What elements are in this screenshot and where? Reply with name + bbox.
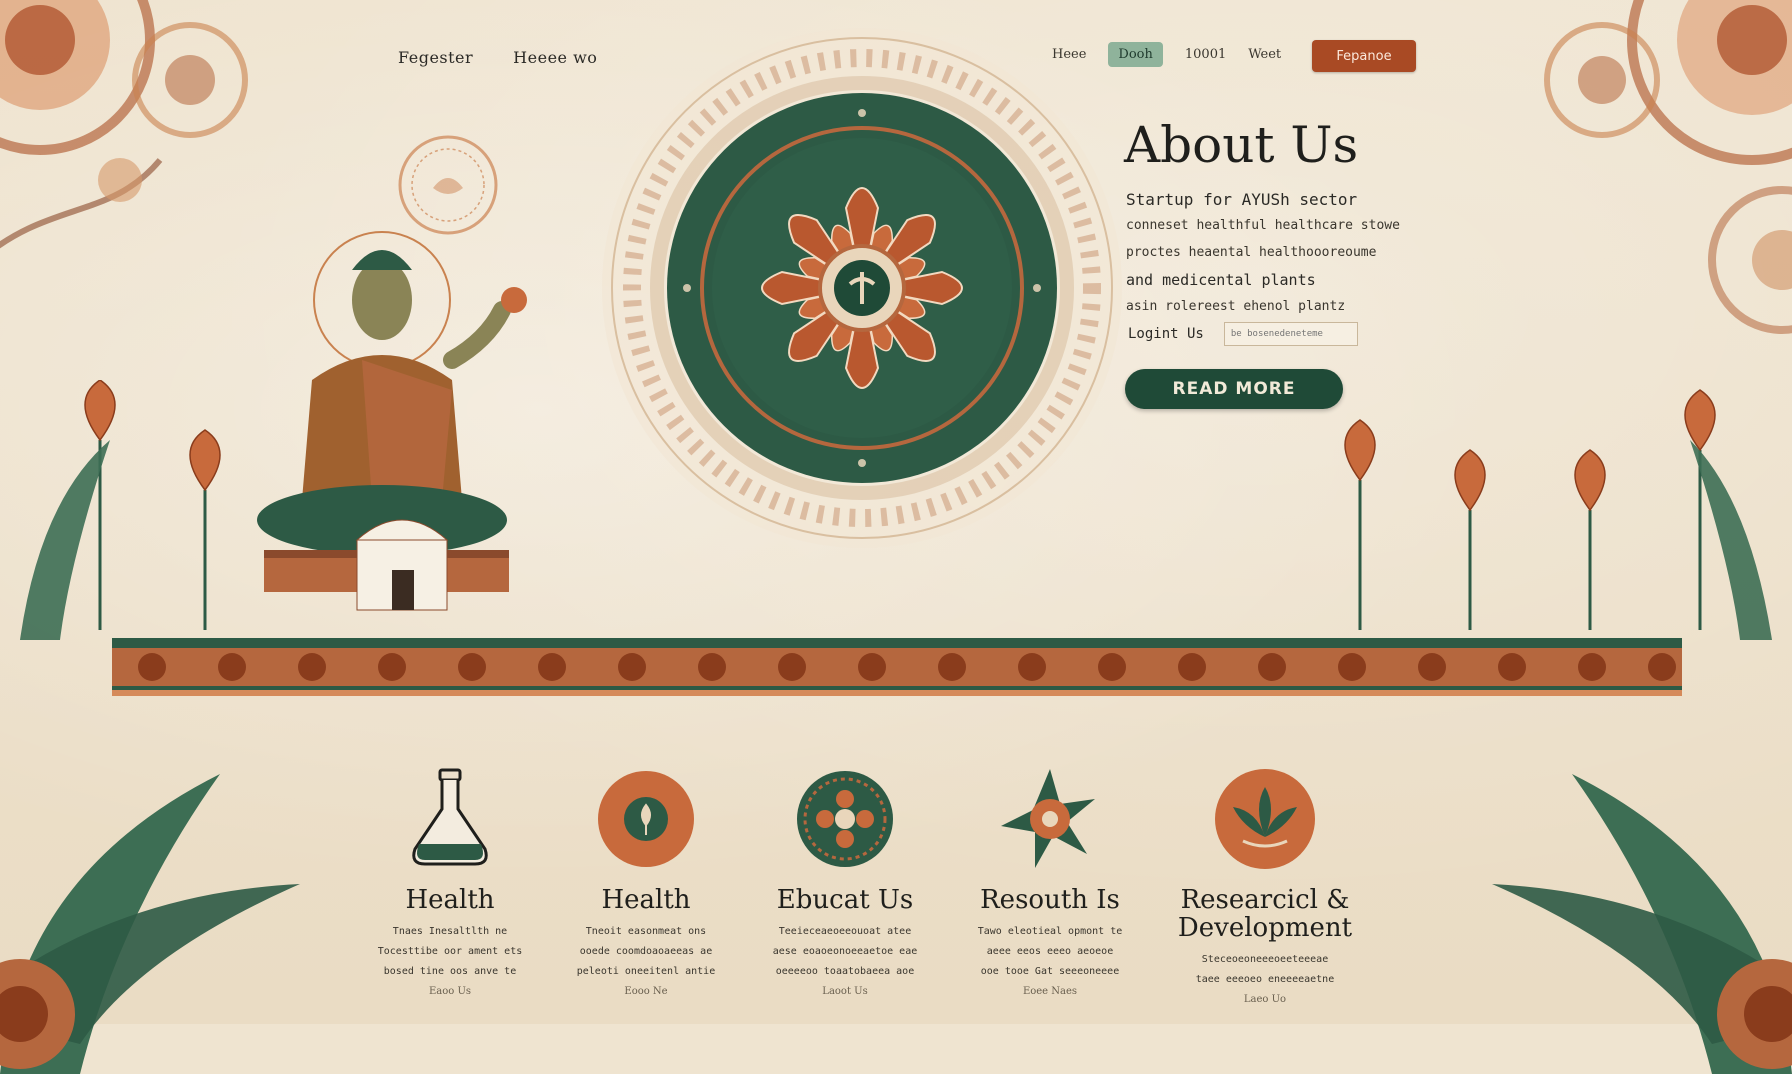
feature-line: ooede coomdoaoaeeas ae [579, 946, 713, 957]
feature-card[interactable]: Researcicl & Development Steceoeoneeeoee… [1160, 760, 1370, 1005]
foliage-bottom-left [0, 774, 300, 1074]
seed-medallion-icon [556, 760, 736, 878]
feature-line: Teeieceaeoeeouoat atee [778, 926, 912, 937]
features-section: Health Tnaes Inesaltlth ne Tocesttibe oo… [360, 760, 1380, 1010]
nav-link-2-active[interactable]: Dooh [1108, 42, 1163, 67]
feature-line: bosed tine oos anve te [383, 966, 517, 977]
feature-card[interactable]: Health Tneoit easonmeat ons ooede coomdo… [556, 760, 736, 997]
login-input[interactable] [1223, 322, 1358, 346]
hero-description: conneset healthful healthcare stowe proc… [1126, 217, 1461, 325]
feature-card[interactable]: Ebucat Us Teeieceaeoeeouoat atee aese eo… [755, 760, 935, 997]
feature-card[interactable]: Health Tnaes Inesaltlth ne Tocesttibe oo… [360, 760, 540, 997]
feature-more-link[interactable]: Eooo Ne [556, 986, 736, 997]
feature-title: Health [601, 885, 691, 915]
hero-subtitle: Startup for AYUSh sector [1126, 190, 1358, 209]
feature-line: Steceoeoneeeoeeteeeae [1201, 954, 1329, 965]
read-more-button[interactable]: READ MORE [1125, 369, 1343, 409]
feature-line: Tneoit easonmeat ons [585, 926, 707, 937]
nav-link-secondary[interactable]: Heeee wo [513, 48, 597, 67]
nav-link-4[interactable]: Weet [1248, 47, 1281, 62]
feature-line: ooe tooe Gat seeeoneeee [980, 966, 1120, 977]
feature-title: Researcicl & Development [1177, 885, 1353, 943]
feature-line: Tocesttibe oor ament ets [377, 946, 523, 957]
lotus-medallion-icon [1160, 760, 1370, 878]
feature-title: Ebucat Us [776, 885, 914, 915]
feature-line: Tawo eleotieal opmont te [977, 926, 1123, 937]
feature-line: oeeeeoo toaatobaeea aoe [775, 966, 915, 977]
feature-more-link[interactable]: Laoot Us [755, 986, 935, 997]
flask-icon [360, 760, 540, 878]
lotus-plants [20, 380, 1772, 640]
hero-description-line: and medicental plants [1126, 271, 1316, 289]
corner-ornament-top-right [1544, 0, 1792, 334]
feature-line: aese eoaoeonoeeaetoe eae [772, 946, 918, 957]
feature-more-link[interactable]: Eoee Naes [960, 986, 1140, 997]
hero-description-line: conneset healthful healthcare stowe [1126, 218, 1400, 233]
decorative-seal [398, 135, 498, 235]
page-title: About Us [1124, 116, 1359, 174]
feature-line: aeee eeos eeeo aeoeoe [986, 946, 1114, 957]
feature-card[interactable]: Resouth Is Tawo eleotieal opmont te aeee… [960, 760, 1140, 997]
login-row: Logint Us [1128, 322, 1358, 346]
feature-line: taee eeeoeo eneeeeaetne [1195, 974, 1335, 985]
hero-description-line: proctes heaental healthoooreoume [1126, 245, 1377, 260]
feature-title: Resouth Is [980, 885, 1120, 915]
feature-line: peleoti oneeitenl antie [576, 966, 716, 977]
nav-link-3[interactable]: 10001 [1185, 47, 1226, 62]
foliage-bottom-right [1492, 774, 1792, 1074]
mandala-medallion-icon [755, 760, 935, 878]
nav-link-register[interactable]: Fegester [398, 48, 473, 67]
feature-more-link[interactable]: Laeo Uo [1160, 994, 1370, 1005]
feature-more-link[interactable]: Eaoo Us [360, 986, 540, 997]
nav-right: Heee Dooh 10001 Weet [1052, 42, 1281, 67]
feature-line: Tnaes Inesaltlth ne [392, 926, 508, 937]
nav-cta-button[interactable]: Fepanoe [1312, 40, 1416, 72]
decorative-border-band [112, 638, 1682, 696]
star-flower-icon [960, 760, 1140, 878]
login-label: Logint Us [1128, 326, 1204, 342]
feature-title: Health [405, 885, 495, 915]
hero-description-line: asin rolereest ehenol plantz [1126, 299, 1346, 314]
nav-left: Fegester Heeee wo [398, 48, 597, 67]
nav-link-1[interactable]: Heee [1052, 47, 1086, 62]
